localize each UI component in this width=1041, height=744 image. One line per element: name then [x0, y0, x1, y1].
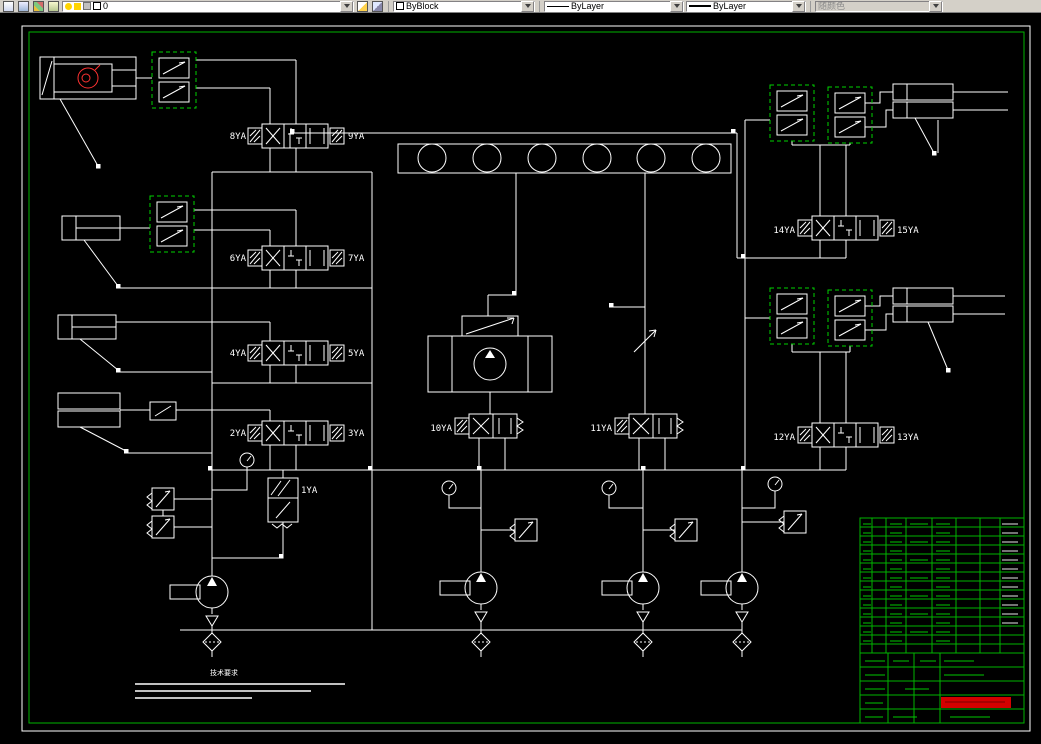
label-13ya: 13YA — [897, 433, 919, 443]
layer-combo[interactable]: 0 — [62, 0, 354, 12]
label-2ya: 2YA — [230, 429, 247, 439]
label-7ya: 7YA — [348, 254, 365, 264]
label-12ya: 12YA — [773, 433, 795, 443]
color-combo-dropdown-button[interactable] — [521, 0, 534, 12]
color-combo[interactable]: ByBlock — [393, 0, 535, 12]
schematic-geometry — [39, 56, 1008, 699]
center-valves — [454, 413, 684, 470]
label-4ya: 4YA — [230, 349, 247, 359]
relief-valves — [146, 487, 807, 542]
toolbar-separator — [810, 0, 811, 12]
right-cylinders — [865, 83, 1008, 371]
layer-states-button[interactable] — [47, 0, 60, 12]
solenoid-labels: 8YA 9YA 6YA 7YA 4YA 5YA 2YA 3YA 1YA 10YA… — [210, 132, 919, 677]
layer-properties-button[interactable] — [32, 0, 45, 12]
valve-1ya — [212, 470, 299, 559]
notes-title: 技术要求 — [210, 668, 238, 677]
object-properties-toolbar: 0 ByBlock ByLayer ByLayer 随颜色 — [0, 0, 1041, 13]
label-14ya: 14YA — [773, 226, 795, 236]
toolbar-separator — [539, 0, 540, 12]
lineweight-combo[interactable]: ByLayer — [686, 0, 806, 12]
make-object-layer-current-button[interactable] — [356, 0, 369, 12]
label-9ya: 9YA — [348, 132, 365, 142]
toolbar-separator — [388, 0, 389, 12]
linetype-sample-icon — [547, 5, 569, 7]
chevron-down-icon — [343, 4, 350, 8]
label-11ya: 11YA — [590, 424, 612, 434]
color-swatch — [396, 2, 404, 10]
color-combo-value: ByBlock — [406, 1, 439, 11]
pilot-check-modules — [149, 51, 873, 347]
linetype-combo-dropdown-button[interactable] — [670, 0, 683, 12]
toolbar-icon-1[interactable] — [2, 0, 15, 12]
layer-combo-dropdown-button[interactable] — [340, 0, 353, 12]
junction-nodes — [96, 129, 951, 559]
plot-style-combo-value: 随颜色 — [818, 1, 846, 11]
chevron-down-icon — [932, 4, 939, 8]
plot-style-dropdown-button — [929, 0, 942, 12]
label-5ya: 5YA — [348, 349, 365, 359]
chevron-down-icon — [673, 4, 680, 8]
variable-pump-unit — [427, 315, 553, 414]
linetype-combo-value: ByLayer — [571, 1, 605, 11]
plot-style-combo: 随颜色 — [815, 0, 943, 12]
layer-lock-icon — [83, 2, 91, 10]
label-3ya: 3YA — [348, 429, 365, 439]
label-6ya: 6YA — [230, 254, 247, 264]
pumps — [169, 470, 759, 657]
label-15ya: 15YA — [897, 226, 919, 236]
layer-color-swatch — [93, 2, 101, 10]
title-block — [859, 517, 1025, 724]
manifold-circles — [289, 132, 846, 414]
drawing-canvas[interactable]: 8YA 9YA 6YA 7YA 4YA 5YA 2YA 3YA 1YA 10YA… — [0, 13, 1041, 739]
lineweight-sample-icon — [689, 5, 711, 7]
label-10ya: 10YA — [430, 424, 452, 434]
technical-notes — [135, 683, 345, 699]
layer-combo-value: 0 — [103, 1, 109, 11]
hydraulic-schematic: 8YA 9YA 6YA 7YA 4YA 5YA 2YA 3YA 1YA 10YA… — [21, 25, 1031, 732]
toolbar-icon-2[interactable] — [17, 0, 30, 12]
chevron-down-icon — [795, 4, 802, 8]
lineweight-combo-value: ByLayer — [713, 1, 747, 11]
drawing-frame — [21, 25, 1031, 732]
clamp-cylinder — [39, 56, 152, 167]
label-8ya: 8YA — [230, 132, 247, 142]
layer-freeze-icon — [74, 2, 81, 10]
lineweight-combo-dropdown-button[interactable] — [792, 0, 805, 12]
label-1ya: 1YA — [301, 486, 318, 496]
linetype-combo[interactable]: ByLayer — [544, 0, 684, 12]
chevron-down-icon — [524, 4, 531, 8]
layer-previous-button[interactable] — [371, 0, 384, 12]
layer-on-icon — [65, 2, 72, 10]
